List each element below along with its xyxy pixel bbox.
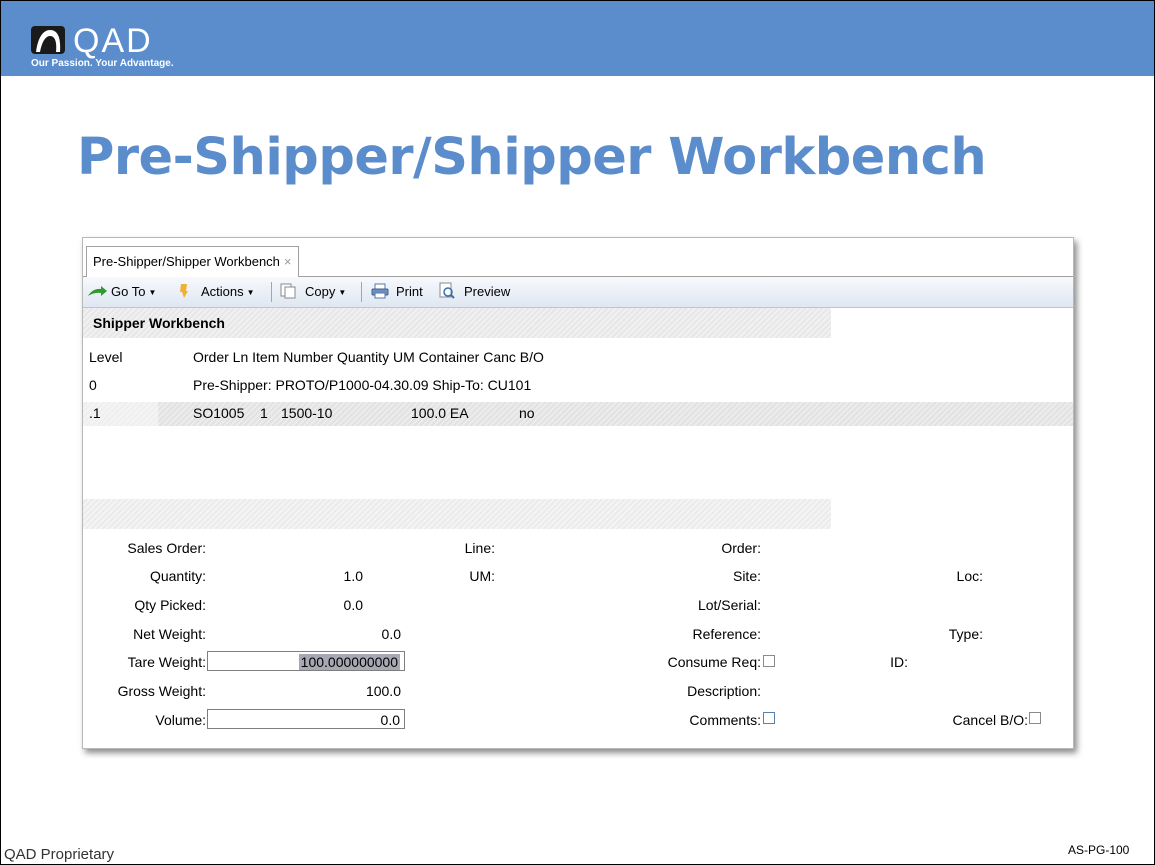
comments-label: Comments: (689, 712, 761, 728)
volume-field[interactable]: 0.0 (207, 709, 405, 729)
consume-req-label: Consume Req: (667, 654, 761, 670)
toolbar-divider (361, 282, 362, 302)
order-label: Order: (721, 540, 761, 556)
row-qty-um: 100.0 EA (411, 405, 469, 421)
row-item: 1500-10 (281, 405, 333, 421)
brand-tagline: Our Passion. Your Advantage. (31, 58, 174, 69)
preview-button[interactable]: Preview (464, 284, 510, 299)
chevron-down-icon: ▼ (246, 288, 255, 298)
footer-proprietary: QAD Proprietary (4, 846, 115, 863)
grid-row-level[interactable]: 0 (89, 377, 97, 393)
reference-label: Reference: (692, 626, 761, 642)
volume-label: Volume: (155, 712, 206, 728)
tare-weight-field[interactable]: 100.000000000 (207, 651, 405, 671)
um-label: UM: (469, 568, 495, 584)
close-icon[interactable]: × (284, 254, 292, 269)
toolbar-divider (271, 282, 272, 302)
grid-footer (83, 499, 831, 529)
copy-button[interactable]: Copy ▼ (305, 284, 346, 299)
actions-button[interactable]: Actions ▼ (201, 284, 255, 299)
brand-name: QAD (73, 22, 153, 60)
tab-bar: Pre-Shipper/Shipper Workbench × (83, 238, 1073, 277)
row-order: SO1005 (193, 405, 245, 421)
toolbar: Go To ▼ Actions ▼ Copy ▼ Print Preview (83, 277, 1073, 308)
row-canc: no (519, 405, 535, 421)
qty-picked-label: Qty Picked: (134, 597, 206, 613)
grid-header-level: Level (89, 349, 123, 365)
net-weight-value: 0.0 (381, 626, 401, 642)
section-header: Shipper Workbench (83, 308, 831, 338)
copy-icon (280, 283, 296, 299)
preview-icon (439, 282, 455, 299)
gross-weight-value: 100.0 (365, 683, 401, 699)
qty-picked-value: 0.0 (343, 597, 363, 613)
tab-label: Pre-Shipper/Shipper Workbench (93, 254, 280, 269)
quantity-label: Quantity: (149, 568, 206, 584)
line-label: Line: (464, 540, 495, 556)
footer-code: AS-PG-100 (1068, 843, 1130, 857)
row-line: 1 (260, 405, 268, 421)
grid-row-text[interactable]: Pre-Shipper: PROTO/P1000-04.30.09 Ship-T… (193, 377, 531, 393)
tab-workbench[interactable]: Pre-Shipper/Shipper Workbench × (86, 246, 299, 277)
app-window: Pre-Shipper/Shipper Workbench × Go To ▼ Ac… (82, 237, 1074, 749)
cancel-bo-label: Cancel B/O: (952, 712, 1028, 728)
slide-title: Pre-Shipper/Shipper Workbench (77, 128, 987, 187)
loc-label: Loc: (956, 568, 983, 584)
net-weight-label: Net Weight: (133, 626, 206, 642)
go-to-button[interactable]: Go To ▼ (111, 284, 156, 299)
section-title: Shipper Workbench (93, 315, 225, 331)
print-button[interactable]: Print (396, 284, 423, 299)
actions-icon (180, 284, 188, 298)
header-banner: QAD Our Passion. Your Advantage. (1, 1, 1154, 76)
grid-header-columns: Order Ln Item Number Quantity UM Contain… (193, 349, 544, 365)
type-label: Type: (948, 626, 983, 642)
lot-serial-label: Lot/Serial: (697, 597, 761, 613)
chevron-down-icon: ▼ (148, 288, 157, 298)
gross-weight-label: Gross Weight: (117, 683, 206, 699)
row-level: .1 (89, 405, 101, 421)
tare-weight-label: Tare Weight: (127, 654, 206, 670)
consume-req-checkbox[interactable] (763, 655, 775, 667)
printer-icon (371, 283, 389, 299)
go-to-arrow-icon (88, 286, 107, 296)
quantity-value: 1.0 (343, 568, 363, 584)
chevron-down-icon: ▼ (338, 288, 347, 298)
comments-checkbox[interactable] (763, 712, 775, 724)
sales-order-label: Sales Order: (127, 540, 206, 556)
site-label: Site: (732, 568, 761, 584)
qad-logo-icon (31, 26, 65, 54)
table-row[interactable]: .1 SO1005 1 1500-10 100.0 EA no (83, 402, 1073, 426)
id-label: ID: (890, 654, 908, 670)
cancel-bo-checkbox[interactable] (1029, 712, 1041, 724)
description-label: Description: (687, 683, 761, 699)
